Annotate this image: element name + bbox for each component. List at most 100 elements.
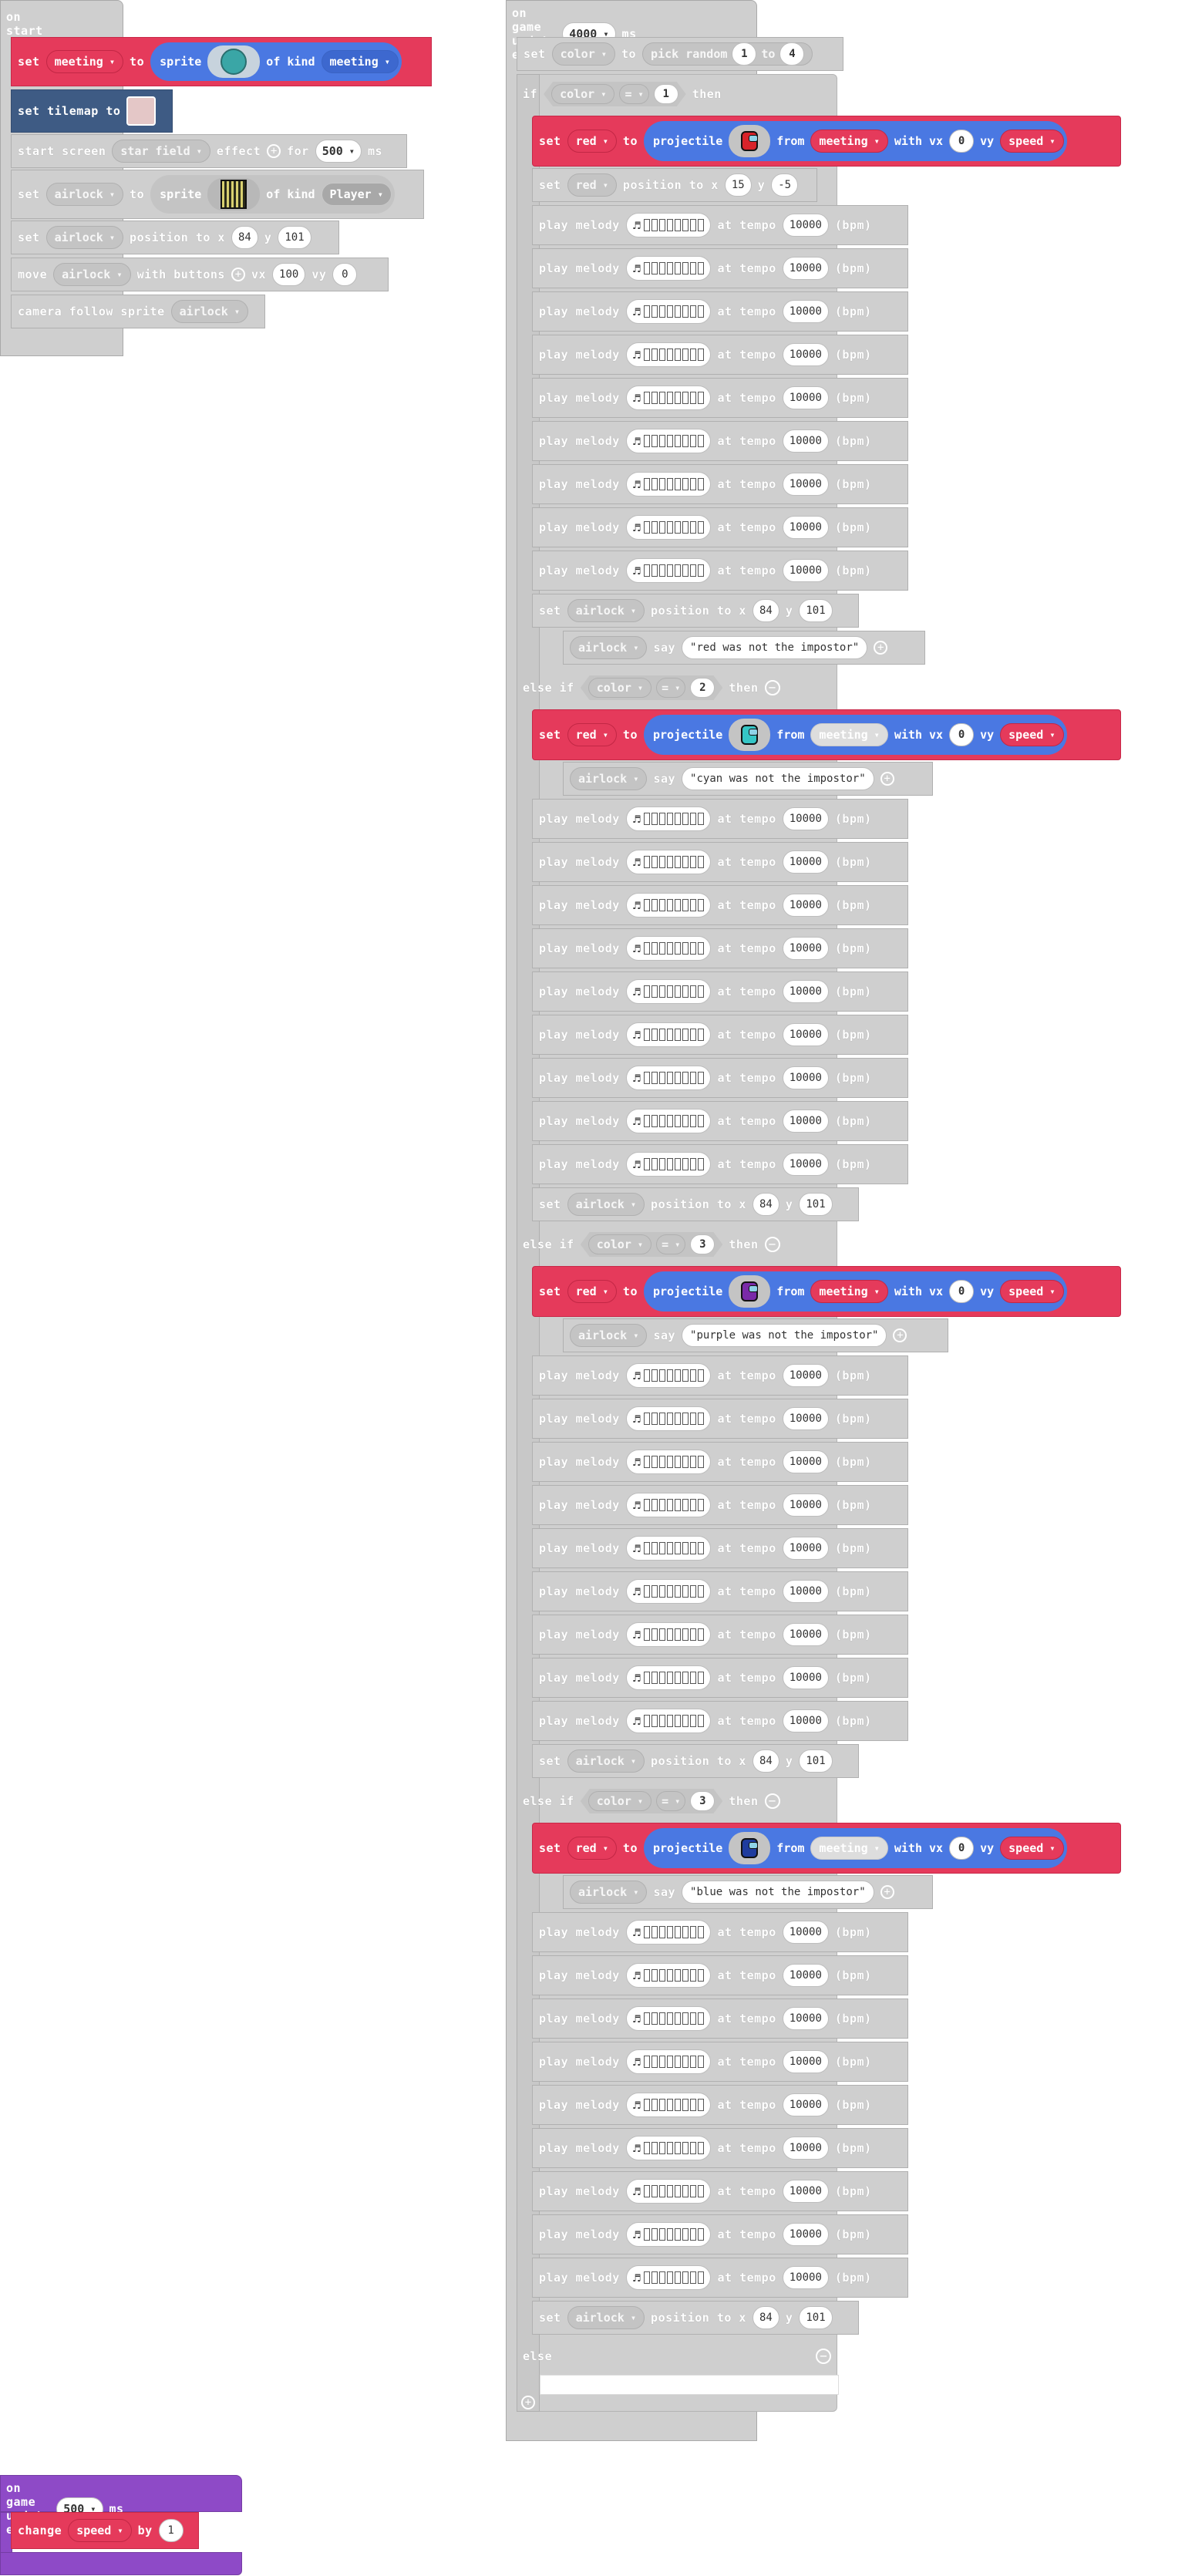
melody-editor[interactable]: ♬ [625,1963,712,1988]
add-parameter-icon[interactable]: + [267,144,281,158]
x-input[interactable]: 84 [752,599,779,622]
pick-random-reporter[interactable]: pick random 1 to 4 [642,42,813,66]
else-if-header-cyan[interactable]: else if color = 2 then − [517,671,837,705]
play-melody-block[interactable]: play melody ♬ at tempo 10000 (bpm) [532,2042,908,2082]
play-melody-block[interactable]: play melody ♬ at tempo 10000 (bpm) [532,928,908,968]
play-melody-block[interactable]: play melody ♬ at tempo 10000 (bpm) [532,464,908,504]
melody-editor[interactable]: ♬ [625,1152,712,1177]
tempo-input[interactable]: 10000 [782,473,829,496]
play-melody-block[interactable]: play melody ♬ at tempo 10000 (bpm) [532,551,908,591]
melody-editor[interactable]: ♬ [625,256,712,281]
melody-editor[interactable]: ♬ [625,936,712,961]
tempo-input[interactable]: 10000 [782,2050,829,2073]
projectile-image-slot[interactable] [729,1832,771,1864]
tempo-input[interactable]: 10000 [782,2223,829,2246]
set-position-block[interactable]: set airlock position to x 84 y 101 [11,221,339,254]
x-input[interactable]: 84 [752,1193,779,1216]
condition-hexagon[interactable]: color = 3 [581,1232,723,1257]
tempo-input[interactable]: 10000 [782,850,829,874]
melody-editor[interactable]: ♬ [625,1709,712,1733]
condition-value-input[interactable]: 3 [690,1791,715,1811]
sprite-create-reporter[interactable]: sprite of kind meeting [150,42,402,81]
play-melody-block[interactable]: play melody ♬ at tempo 10000 (bpm) [532,842,908,882]
play-melody-block[interactable]: play melody ♬ at tempo 10000 (bpm) [532,1658,908,1698]
var-dropdown-airlock[interactable]: airlock [567,2306,645,2329]
play-melody-block[interactable]: play melody ♬ at tempo 10000 (bpm) [532,421,908,461]
play-melody-block[interactable]: play melody ♬ at tempo 10000 (bpm) [532,335,908,375]
tempo-input[interactable]: 10000 [782,980,829,1003]
set-red-position-block[interactable]: set red position to x 15 y -5 [532,168,817,202]
var-dropdown-speed[interactable]: speed [1000,130,1064,153]
play-melody-block[interactable]: play melody ♬ at tempo 10000 (bpm) [532,2171,908,2211]
var-dropdown-speed[interactable]: speed [1000,1837,1064,1860]
melody-editor[interactable]: ♬ [625,472,712,497]
melody-editor[interactable]: ♬ [625,2222,712,2247]
say-purple-block[interactable]: airlock say "purple was not the impostor… [563,1318,948,1352]
condition-value-input[interactable]: 1 [654,84,678,104]
condition-value-input[interactable]: 3 [690,1234,715,1254]
vx-input[interactable]: 0 [949,1837,975,1860]
set-airlock-position-block[interactable]: set airlock position to x 84 y 101 [532,2301,859,2335]
camera-follow-block[interactable]: camera follow sprite airlock [11,295,265,328]
from-sprite-dropdown[interactable]: meeting [810,130,888,153]
projectile-image-slot[interactable] [729,1275,771,1308]
tempo-input[interactable]: 10000 [782,807,829,830]
tempo-input[interactable]: 10000 [782,1023,829,1046]
y-input[interactable]: -5 [771,173,799,197]
melody-editor[interactable]: ♬ [625,1920,712,1945]
x-input[interactable]: 84 [231,226,258,249]
condition-value-input[interactable]: 2 [690,678,715,698]
tempo-input[interactable]: 10000 [782,1066,829,1089]
var-dropdown-red[interactable]: red [567,1837,617,1860]
melody-editor[interactable]: ♬ [625,2093,712,2117]
melody-editor[interactable]: ♬ [625,806,712,831]
melody-editor[interactable]: ♬ [625,2049,712,2074]
tempo-input[interactable]: 10000 [782,1450,829,1473]
y-input[interactable]: 101 [799,599,833,622]
var-dropdown-airlock[interactable]: airlock [53,263,131,286]
say-red-block[interactable]: airlock say "red was not the impostor" + [563,631,925,665]
play-melody-block[interactable]: play melody ♬ at tempo 10000 (bpm) [532,291,908,332]
var-dropdown-meeting[interactable]: meeting [45,50,124,73]
condition-hexagon[interactable]: color = 1 [544,82,686,106]
operator-dropdown[interactable]: = [656,1234,685,1254]
melody-editor[interactable]: ♬ [625,386,712,410]
tempo-input[interactable]: 10000 [782,300,829,323]
var-dropdown-airlock[interactable]: airlock [570,1881,648,1904]
vx-input[interactable]: 0 [949,1280,975,1303]
remove-else-icon[interactable]: − [816,2349,831,2364]
tempo-input[interactable]: 10000 [782,1964,829,1987]
set-airlock-position-block[interactable]: set airlock position to x 84 y 101 [532,1744,859,1778]
remove-branch-icon[interactable]: − [764,1237,780,1252]
tempo-input[interactable]: 10000 [782,2007,829,2030]
var-dropdown-red[interactable]: red [567,723,617,746]
from-sprite-dropdown[interactable]: meeting [810,723,888,746]
add-else-if-icon[interactable]: + [521,2396,535,2409]
y-input[interactable]: 101 [278,226,311,249]
kind-dropdown-meeting[interactable]: meeting [321,50,399,73]
tempo-input[interactable]: 10000 [782,257,829,280]
play-melody-block[interactable]: play melody ♬ at tempo 10000 (bpm) [532,2128,908,2168]
tempo-input[interactable]: 10000 [782,2137,829,2160]
tempo-input[interactable]: 10000 [782,1537,829,1560]
melody-editor[interactable]: ♬ [625,850,712,874]
var-dropdown-red[interactable]: red [567,173,617,197]
play-melody-block[interactable]: play melody ♬ at tempo 10000 (bpm) [532,1528,908,1568]
play-melody-block[interactable]: play melody ♬ at tempo 10000 (bpm) [532,1701,908,1741]
var-dropdown-color[interactable]: color [588,678,652,698]
operator-dropdown[interactable]: = [656,1791,685,1811]
sprite-image-slot[interactable] [207,45,261,78]
play-melody-block[interactable]: play melody ♬ at tempo 10000 (bpm) [532,799,908,839]
tempo-input[interactable]: 10000 [782,1709,829,1732]
melody-editor[interactable]: ♬ [625,1066,712,1090]
sprite-image-slot[interactable] [207,178,261,210]
duration-dropdown[interactable]: 500 [315,140,362,163]
add-parameter-icon[interactable]: + [880,1885,894,1899]
projectile-reporter[interactable]: projectile from meeting with vx 0 vy spe… [643,1828,1067,1868]
play-melody-block[interactable]: play melody ♬ at tempo 10000 (bpm) [532,378,908,418]
melody-editor[interactable]: ♬ [625,1536,712,1561]
melody-editor[interactable]: ♬ [625,515,712,540]
tempo-input[interactable]: 10000 [782,429,829,453]
play-melody-block[interactable]: play melody ♬ at tempo 10000 (bpm) [532,1571,908,1611]
y-input[interactable]: 101 [799,1749,833,1773]
